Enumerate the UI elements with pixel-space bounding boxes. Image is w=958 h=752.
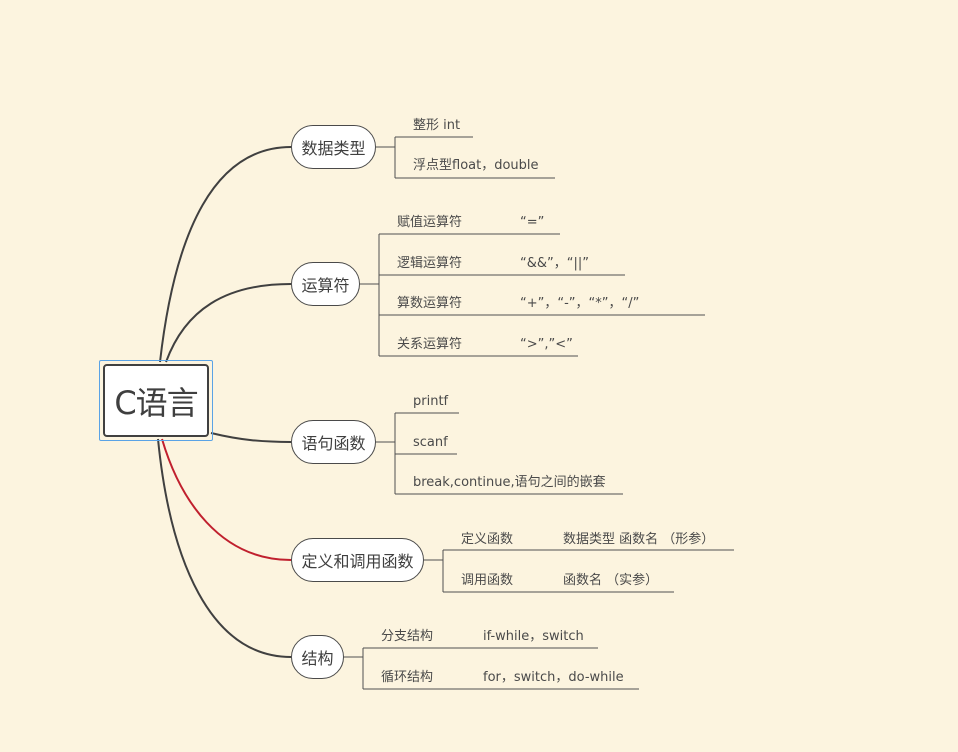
leaf-branch-structure-value[interactable]: if-while，switch (483, 629, 584, 645)
branch-node-operators[interactable]: 运算符 (291, 262, 360, 306)
leaf-relational-operator-value[interactable]: “>”,”<” (520, 337, 573, 353)
leaf-logical-operator-value[interactable]: “&&”，“||” (520, 256, 589, 272)
leaf-define-function[interactable]: 定义函数 (461, 532, 513, 548)
leaf-float-double[interactable]: 浮点型float，double (413, 158, 539, 174)
root-node[interactable]: C语言 (103, 364, 209, 437)
branch-node-structures[interactable]: 结构 (291, 635, 344, 679)
leaf-relational-operator[interactable]: 关系运算符 (397, 337, 462, 353)
leaf-call-function-value[interactable]: 函数名 （实参） (563, 573, 658, 589)
connector-root-statements (210, 432, 292, 443)
leaf-arithmetic-operator-value[interactable]: “+”，“-”，“*”，“/” (520, 296, 639, 312)
branch-node-datatypes[interactable]: 数据类型 (291, 125, 376, 169)
leaf-printf[interactable]: printf (413, 394, 448, 410)
leaf-define-function-value[interactable]: 数据类型 函数名 （形参） (563, 532, 714, 548)
leaf-branch-structure[interactable]: 分支结构 (381, 629, 433, 645)
leaf-loop-structure-value[interactable]: for，switch，do-while (483, 670, 624, 686)
connector-root-structures (157, 438, 292, 658)
leaf-call-function[interactable]: 调用函数 (461, 573, 513, 589)
leaf-int[interactable]: 整形 int (413, 118, 460, 134)
leaf-loop-structure[interactable]: 循环结构 (381, 670, 433, 686)
leaf-assignment-operator[interactable]: 赋值运算符 (397, 215, 462, 231)
leaf-break-continue[interactable]: break,continue,语句之间的嵌套 (413, 475, 606, 491)
connector-root-operators (165, 283, 292, 363)
connector-root-datatypes (159, 146, 292, 363)
connector-root-functions (161, 438, 292, 561)
leaf-logical-operator[interactable]: 逻辑运算符 (397, 256, 462, 272)
branch-node-statements[interactable]: 语句函数 (291, 420, 376, 464)
leaf-assignment-operator-value[interactable]: “=” (520, 215, 544, 231)
branch-node-functions[interactable]: 定义和调用函数 (291, 538, 424, 582)
leaf-arithmetic-operator[interactable]: 算数运算符 (397, 296, 462, 312)
leaf-scanf[interactable]: scanf (413, 435, 448, 451)
